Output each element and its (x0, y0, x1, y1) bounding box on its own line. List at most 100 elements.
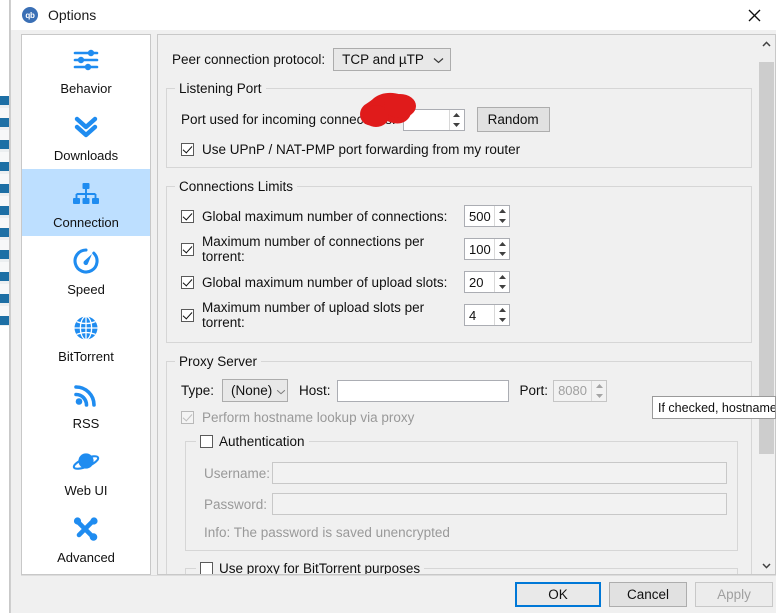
caret-up-icon (762, 40, 771, 47)
spin-arrows[interactable] (494, 305, 509, 325)
proxy-username-label: Username: (204, 465, 271, 481)
incoming-port-label: Port used for incoming connections: (181, 112, 396, 127)
spin-down-button[interactable] (450, 120, 464, 130)
apply-button[interactable]: Apply (695, 582, 773, 607)
incoming-port-spinbox[interactable] (402, 108, 465, 131)
proxy-password-info: Info: The password is saved unencrypted (204, 525, 450, 540)
proxy-server-title: Proxy Server (175, 354, 262, 369)
upnp-checkbox-row[interactable]: Use UPnP / NAT-PMP port forwarding from … (181, 142, 741, 157)
sidebar-item-connection[interactable]: Connection (22, 169, 150, 236)
listening-port-group: Listening Port Port used for incoming co… (166, 81, 752, 168)
proxy-password-label: Password: (204, 496, 268, 512)
sliders-icon (66, 42, 106, 78)
limit-row[interactable]: Global maximum number of upload slots: 2… (181, 271, 741, 293)
proxy-port-label: Port: (519, 383, 549, 398)
use-proxy-bittorrent-header[interactable]: Use proxy for BitTorrent purposes (196, 561, 425, 575)
random-port-button[interactable]: Random (476, 107, 550, 132)
max-connections-per-torrent-label: Maximum number of connections per torren… (202, 234, 425, 264)
scroll-up-button[interactable] (759, 35, 774, 52)
spin-down-button[interactable] (495, 315, 509, 325)
upnp-checkbox[interactable] (181, 143, 194, 156)
global-max-upload-slots-spinbox[interactable]: 20 (464, 271, 510, 293)
ok-button[interactable]: OK (515, 582, 601, 607)
sidebar-item-bittorrent[interactable]: BitTorrent (22, 303, 150, 370)
global-max-connections-spinbox[interactable]: 500 (464, 205, 510, 227)
spin-down-button[interactable] (592, 391, 606, 401)
max-connections-per-torrent-checkbox[interactable] (181, 242, 194, 256)
peer-protocol-value: TCP and µTP (342, 52, 424, 67)
hostname-lookup-tooltip: If checked, hostname l (652, 396, 776, 419)
chevron-down-icon (276, 383, 286, 398)
close-window-button[interactable] (731, 0, 776, 30)
proxy-username-input[interactable] (272, 462, 727, 484)
proxy-host-input[interactable] (336, 379, 509, 402)
spin-up-button[interactable] (495, 239, 509, 249)
incoming-port-value (404, 110, 449, 130)
peer-protocol-select[interactable]: TCP and µTP (333, 48, 451, 71)
connections-limits-title: Connections Limits (175, 179, 298, 194)
proxy-type-select[interactable]: (None) (222, 379, 289, 402)
proxy-password-row: Password: (204, 493, 727, 515)
spin-down-button[interactable] (495, 282, 509, 292)
proxy-port-value: 8080 (558, 383, 587, 398)
globe-icon (66, 310, 106, 346)
max-upload-slots-per-torrent-spinbox[interactable]: 4 (464, 304, 510, 326)
proxy-host-label: Host: (299, 383, 331, 398)
spin-up-button[interactable] (495, 305, 509, 315)
proxy-authentication-group: Authentication Username: Password: Info:… (185, 434, 738, 551)
cancel-button[interactable]: Cancel (609, 582, 687, 607)
spin-arrows[interactable] (591, 380, 607, 401)
hostname-lookup-checkbox[interactable] (181, 411, 194, 424)
dialog-button-bar: OK Cancel Apply (21, 575, 776, 613)
hostname-lookup-label: Perform hostname lookup via proxy (202, 410, 415, 425)
content-vertical-scrollbar[interactable] (759, 34, 776, 575)
scroll-down-button[interactable] (759, 557, 774, 574)
sidebar-item-behavior[interactable]: Behavior (22, 35, 150, 102)
spin-up-button[interactable] (450, 110, 464, 120)
proxy-username-row: Username: (204, 462, 727, 484)
spin-up-button[interactable] (495, 206, 509, 216)
max-connections-per-torrent-spinbox[interactable]: 100 (464, 238, 510, 260)
global-max-upload-slots-checkbox[interactable] (181, 275, 194, 289)
sidebar-item-label: RSS (72, 416, 100, 431)
use-proxy-bittorrent-checkbox[interactable] (200, 562, 213, 574)
use-proxy-bittorrent-label: Use proxy for BitTorrent purposes (219, 561, 421, 575)
window-title: Options (48, 7, 97, 23)
global-max-connections-checkbox[interactable] (181, 209, 194, 223)
proxy-authentication-checkbox[interactable] (200, 435, 213, 448)
network-tree-icon (66, 176, 106, 212)
listening-port-title: Listening Port (175, 81, 266, 96)
max-upload-slots-per-torrent-checkbox[interactable] (181, 308, 194, 322)
spin-up-button[interactable] (495, 272, 509, 282)
proxy-type-label: Type: (181, 383, 215, 398)
sidebar-item-label: Downloads (53, 148, 119, 163)
limit-row[interactable]: Maximum number of connections per torren… (181, 234, 741, 264)
spin-down-button[interactable] (495, 249, 509, 259)
sidebar-item-downloads[interactable]: Downloads (22, 102, 150, 169)
upnp-label: Use UPnP / NAT-PMP port forwarding from … (202, 142, 521, 157)
sidebar-item-speed[interactable]: Speed (22, 236, 150, 303)
peer-protocol-label: Peer connection protocol: (172, 52, 326, 67)
spin-down-button[interactable] (495, 216, 509, 226)
limit-row[interactable]: Global maximum number of connections: 50… (181, 205, 741, 227)
speedometer-icon (66, 243, 106, 279)
sidebar-item-web-ui[interactable]: Web UI (22, 437, 150, 504)
spin-arrows[interactable] (494, 272, 509, 292)
spin-up-button[interactable] (592, 381, 606, 391)
sidebar-item-label: Speed (67, 282, 105, 297)
sidebar-item-rss[interactable]: RSS (22, 370, 150, 437)
global-max-connections-value: 500 (469, 208, 491, 224)
proxy-server-group: Proxy Server Type: (None) Host: Port: 80… (166, 354, 752, 575)
max-upload-slots-per-torrent-label: Maximum number of upload slots per torre… (202, 300, 425, 330)
spin-arrows[interactable] (494, 239, 509, 259)
sidebar-item-advanced[interactable]: Advanced (22, 504, 150, 571)
sidebar-item-label: Web UI (64, 483, 108, 498)
spin-arrows[interactable] (494, 206, 509, 226)
background-window-rows (0, 96, 9, 326)
proxy-port-spinbox[interactable]: 8080 (553, 379, 608, 402)
settings-sidebar[interactable]: Behavior Downloads Connection Speed BitT… (21, 34, 151, 575)
proxy-authentication-header[interactable]: Authentication (196, 434, 309, 449)
spin-arrows[interactable] (448, 109, 464, 130)
proxy-password-input[interactable] (272, 493, 727, 515)
limit-row[interactable]: Maximum number of upload slots per torre… (181, 300, 741, 330)
